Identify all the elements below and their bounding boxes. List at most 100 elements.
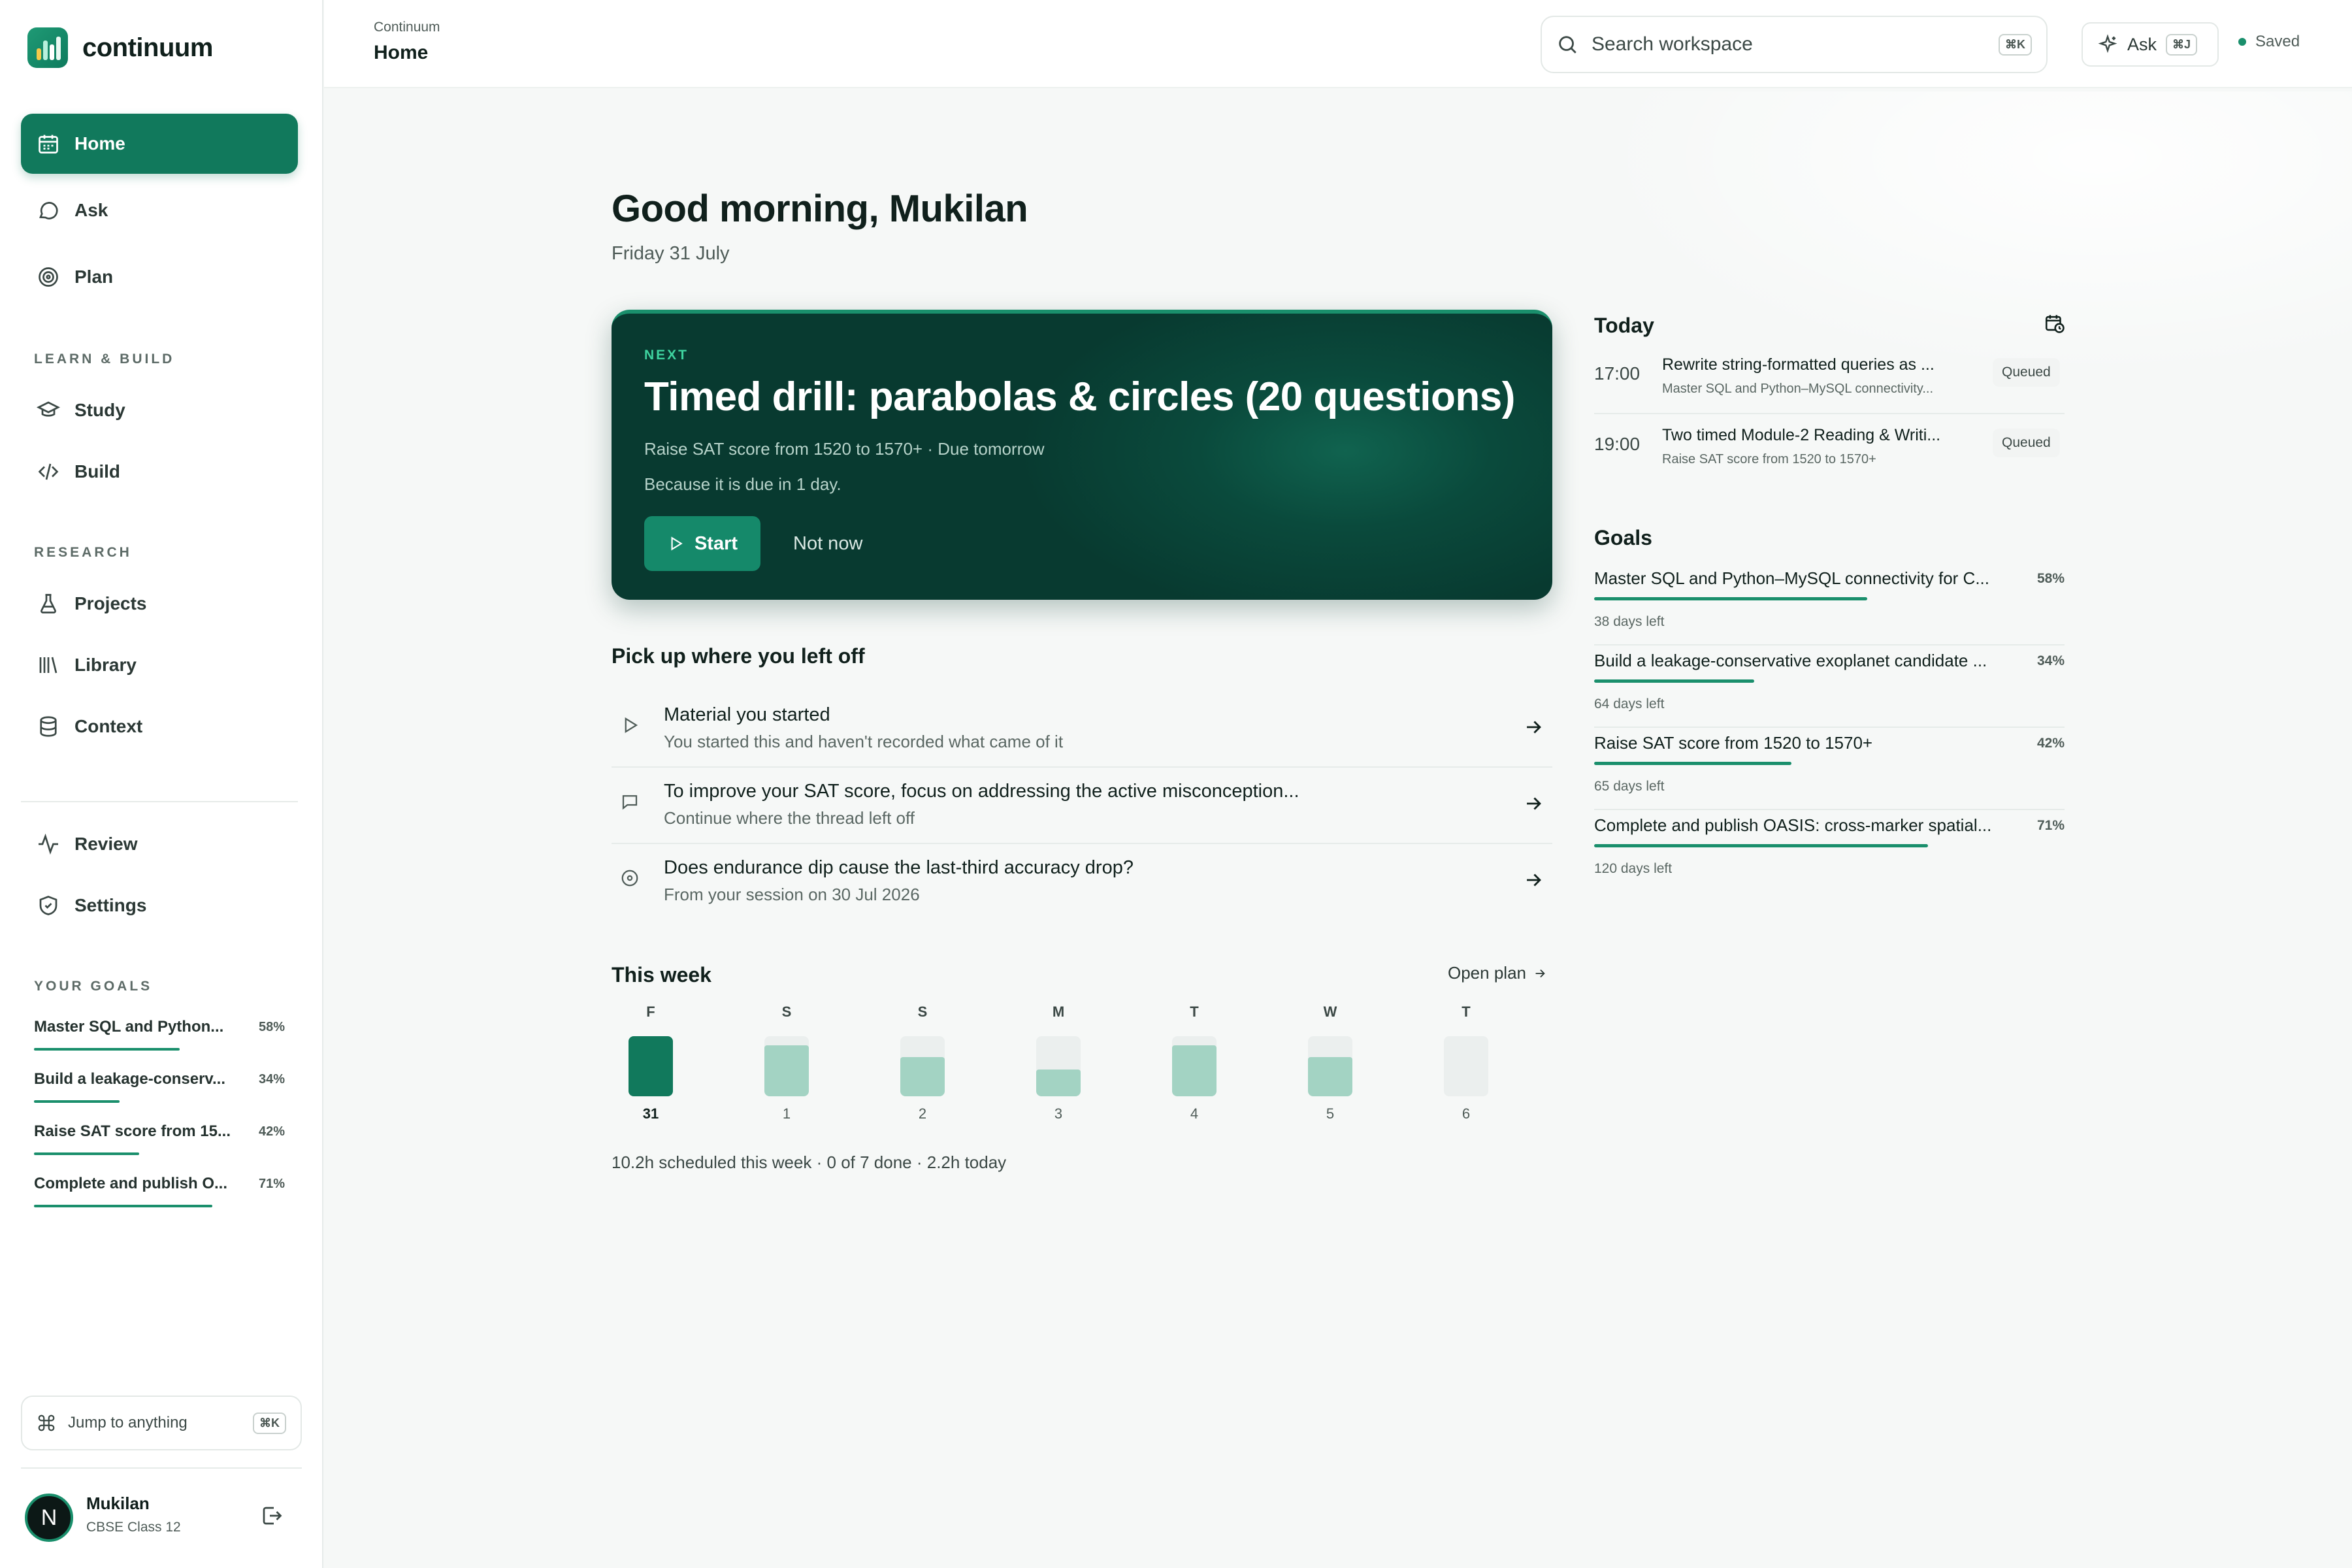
week-day-letter: M: [1052, 1004, 1065, 1020]
start-label: Start: [694, 532, 738, 554]
week-day-date: 1: [782, 1105, 791, 1122]
database-icon: [40, 716, 57, 737]
graduation-cap-icon: [37, 401, 60, 417]
brand[interactable]: continuum: [27, 27, 213, 68]
pickup-heading: Pick up where you left off: [612, 644, 865, 668]
open-plan-link[interactable]: Open plan: [1448, 963, 1547, 983]
target-icon: [617, 865, 643, 891]
jump-to-anything-button[interactable]: Jump to anything ⌘K: [21, 1396, 302, 1450]
chat-bubble-icon: [617, 789, 643, 815]
today-item[interactable]: 17:00 Rewrite string-formatted queries a…: [1594, 346, 2065, 414]
goal-item[interactable]: Complete and publish OASIS: cross-marker…: [1594, 810, 2065, 892]
arrow-right-icon: [1535, 969, 1545, 977]
next-task-title: Timed drill: parabolas & circles (20 que…: [644, 374, 1515, 419]
sidebar-goal-title: Master SQL and Python...: [34, 1018, 224, 1036]
nav-home[interactable]: Home: [21, 114, 298, 174]
week-day-letter: S: [781, 1004, 792, 1020]
sidebar-goal-percent: 34%: [258, 1071, 285, 1086]
goal-item[interactable]: Master SQL and Python–MySQL connectivity…: [1594, 563, 2065, 645]
goal-item[interactable]: Raise SAT score from 1520 to 1570+ 42% 6…: [1594, 728, 2065, 810]
status-badge: Queued: [1993, 358, 2060, 387]
ask-shortcut: ⌘J: [2166, 33, 2198, 56]
pickup-subtitle: Continue where the thread left off: [664, 808, 915, 828]
sidebar-goal-item[interactable]: Complete and publish O... 71%: [34, 1175, 285, 1207]
nav-study[interactable]: Study: [21, 380, 298, 440]
avatar[interactable]: N: [25, 1494, 73, 1542]
week-heading: This week: [612, 963, 711, 987]
nav-context[interactable]: Context: [21, 696, 298, 757]
week-day-date: 31: [642, 1105, 659, 1122]
not-now-button[interactable]: Not now: [793, 533, 862, 555]
ask-button[interactable]: Ask ⌘J: [2082, 22, 2219, 67]
sidebar-goal-progress: [34, 1100, 285, 1103]
chat-bubble-icon: [39, 202, 58, 220]
nav-review[interactable]: Review: [21, 814, 298, 874]
nav-settings[interactable]: Settings: [21, 875, 298, 936]
target-icon: [39, 267, 58, 287]
today-item-time: 19:00: [1594, 434, 1641, 454]
week-day[interactable]: W5: [1291, 1004, 1369, 1122]
goal-days-left: 38 days left: [1594, 614, 1665, 629]
nav-ask[interactable]: Ask: [21, 180, 298, 240]
logout-icon[interactable]: [260, 1504, 284, 1527]
goal-title: Complete and publish OASIS: cross-marker…: [1594, 815, 1992, 835]
search-placeholder: Search workspace: [1592, 33, 1753, 55]
week-day[interactable]: T4: [1155, 1004, 1233, 1122]
week-day[interactable]: S2: [883, 1004, 962, 1122]
pickup-item[interactable]: Material you started You started this an…: [612, 691, 1552, 768]
sidebar-goal-item[interactable]: Master SQL and Python... 58%: [34, 1018, 285, 1051]
week-day-load-bar: [900, 1036, 945, 1096]
start-button[interactable]: Start: [644, 516, 760, 571]
sparkle-icon: [2098, 34, 2117, 54]
week-day-load-fill: [764, 1045, 809, 1096]
goal-days-left: 120 days left: [1594, 861, 1673, 876]
sidebar-goal-progress: [34, 1205, 285, 1207]
calendar-clock-icon[interactable]: [2044, 312, 2066, 335]
week-day-load-fill: [900, 1057, 945, 1096]
nav-plan[interactable]: Plan: [21, 247, 298, 307]
week-day[interactable]: F 31: [612, 1004, 690, 1122]
today-item-time: 17:00: [1594, 363, 1641, 384]
topbar: Continuum Home Search workspace ⌘K Ask ⌘…: [324, 0, 2352, 88]
books-icon: [39, 657, 57, 674]
goal-percent: 58%: [2036, 571, 2065, 586]
goal-progress: [1594, 679, 1754, 683]
search-icon: [1559, 36, 1576, 54]
nav-plan-label: Plan: [74, 267, 114, 287]
date-label: Friday 31 July: [612, 243, 730, 264]
pickup-item[interactable]: Does endurance dip cause the last-third …: [612, 844, 1552, 921]
week-day[interactable]: S1: [747, 1004, 826, 1122]
nav-projects[interactable]: Projects: [21, 574, 298, 634]
goal-days-left: 65 days left: [1594, 779, 1665, 794]
week-day-letter: F: [646, 1004, 655, 1020]
week-day-date: 3: [1054, 1105, 1063, 1122]
week-day-letter: S: [917, 1004, 928, 1020]
week-day-load-bar: [1444, 1036, 1488, 1096]
sidebar-goal-percent: 42%: [258, 1124, 285, 1139]
calendar-icon: [39, 135, 58, 154]
sidebar-goal-progress: [34, 1048, 285, 1051]
goal-percent: 42%: [2036, 736, 2065, 751]
jump-label: Jump to anything: [68, 1414, 188, 1431]
week-day[interactable]: M3: [1019, 1004, 1098, 1122]
sidebar-goal-item[interactable]: Build a leakage-conserv... 34%: [34, 1070, 285, 1103]
goals-heading: Goals: [1594, 526, 1652, 549]
sidebar-goal-percent: 71%: [258, 1176, 285, 1191]
week-day[interactable]: T6: [1427, 1004, 1505, 1122]
pickup-item[interactable]: To improve your SAT score, focus on addr…: [612, 768, 1552, 844]
sidebar-goal-title: Complete and publish O...: [34, 1175, 228, 1192]
today-item[interactable]: 19:00 Two timed Module-2 Reading & Writi…: [1594, 417, 2065, 485]
sidebar-goal-item[interactable]: Raise SAT score from 15... 42%: [34, 1122, 285, 1155]
week-day-load-bar: [1308, 1036, 1352, 1096]
nav-library[interactable]: Library: [21, 635, 298, 695]
sidebar-goal-title: Build a leakage-conserv...: [34, 1070, 226, 1088]
goal-item[interactable]: Build a leakage-conservative exoplanet c…: [1594, 645, 2065, 728]
user-name: Mukilan: [86, 1494, 150, 1513]
breadcrumb[interactable]: Continuum: [374, 20, 440, 35]
week-day-date: 5: [1326, 1105, 1335, 1122]
search-input[interactable]: Search workspace ⌘K: [1541, 16, 2048, 73]
nav-build[interactable]: Build: [21, 442, 298, 502]
section-your-goals: YOUR GOALS: [34, 979, 153, 994]
save-status: Saved: [2238, 33, 2300, 51]
status-badge: Queued: [1993, 429, 2060, 457]
